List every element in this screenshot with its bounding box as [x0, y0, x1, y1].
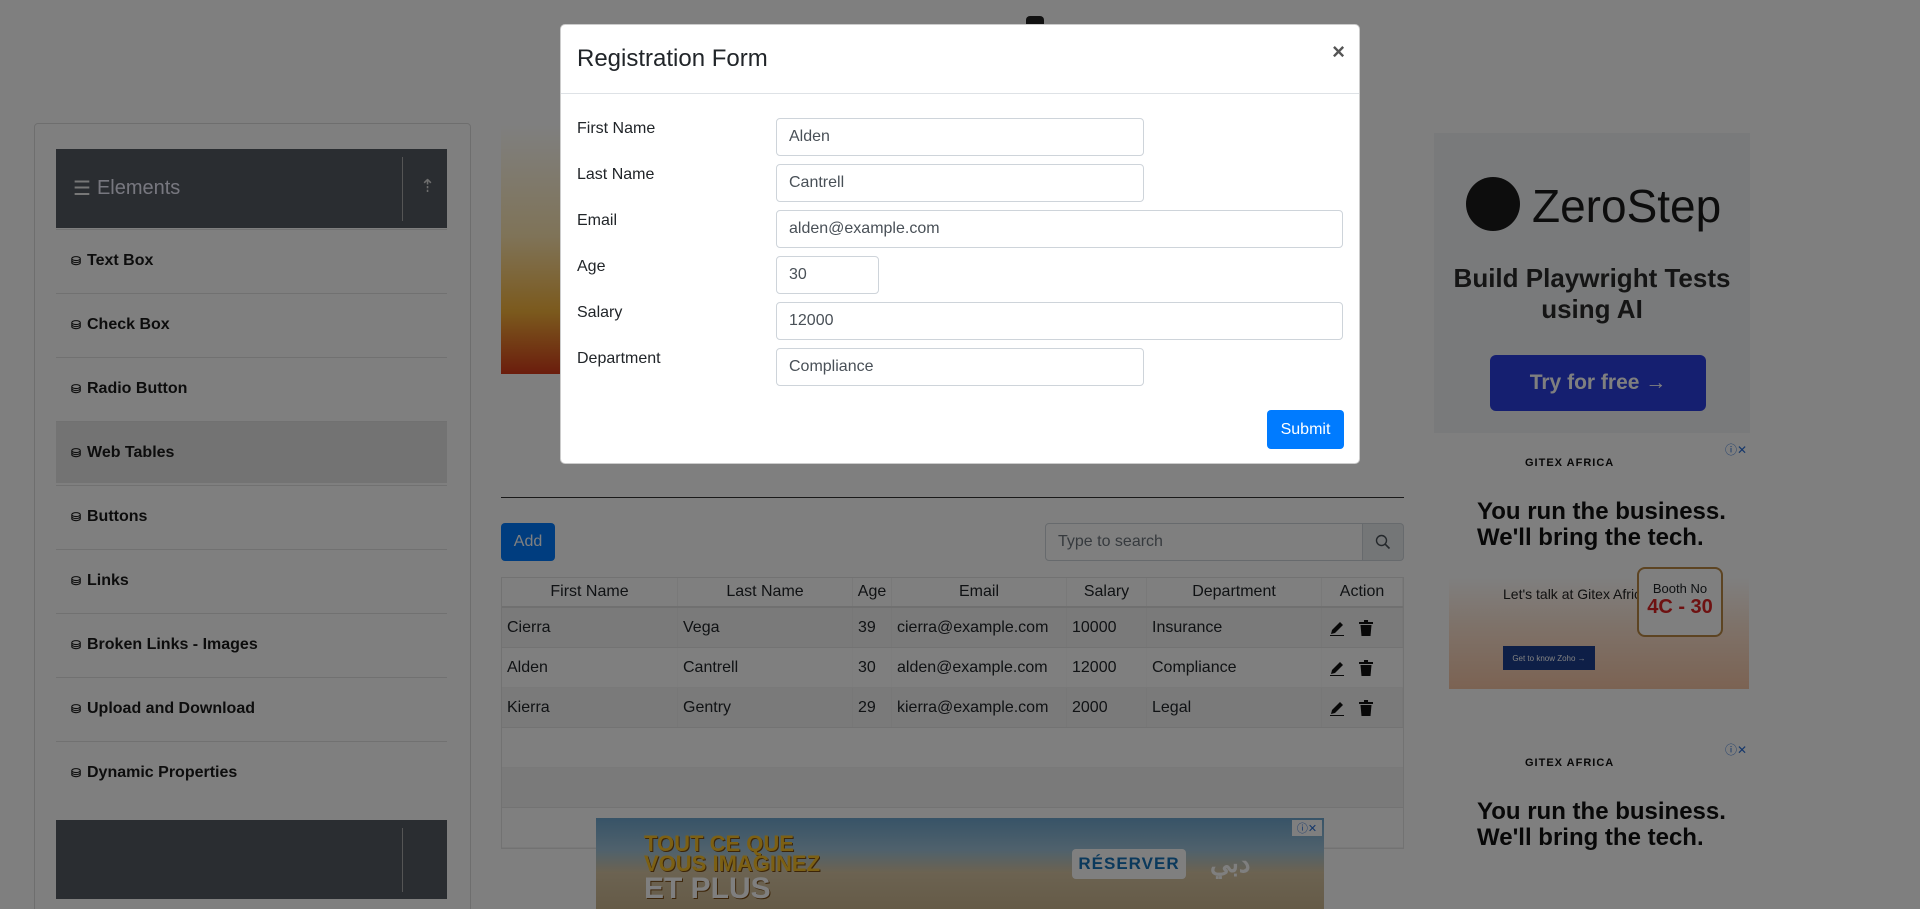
email-label: Email [577, 212, 618, 229]
registration-modal: Registration Form × First Name Last Name… [560, 24, 1360, 464]
first-name-field[interactable] [776, 118, 1144, 156]
modal-header: Registration Form × [561, 25, 1359, 94]
first-name-row: First Name [577, 118, 1347, 156]
last-name-label: Last Name [577, 166, 655, 183]
email-row: Email [577, 210, 1347, 248]
department-field[interactable] [776, 348, 1144, 386]
last-name-row: Last Name [577, 164, 1347, 202]
modal-title: Registration Form [577, 45, 768, 72]
department-row: Department [577, 348, 1347, 386]
salary-row: Salary [577, 302, 1347, 340]
department-label: Department [577, 350, 661, 367]
first-name-label: First Name [577, 120, 656, 137]
salary-field[interactable] [776, 302, 1343, 340]
email-field[interactable] [776, 210, 1343, 248]
age-row: Age [577, 256, 1347, 294]
age-field[interactable] [776, 256, 879, 294]
last-name-field[interactable] [776, 164, 1144, 202]
age-label: Age [577, 258, 606, 275]
submit-button[interactable]: Submit [1267, 410, 1344, 449]
salary-label: Salary [577, 304, 623, 321]
close-icon[interactable]: × [1332, 39, 1345, 65]
